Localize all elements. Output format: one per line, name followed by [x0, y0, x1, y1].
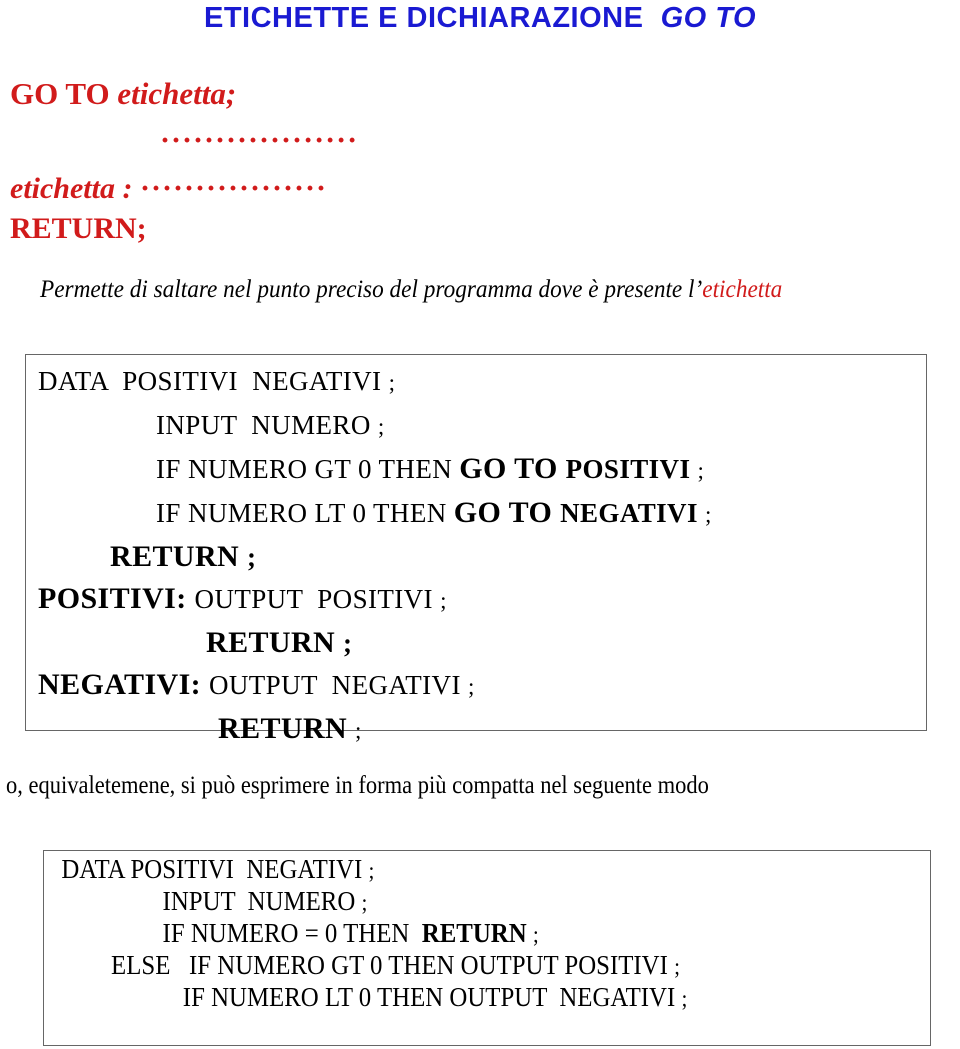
code-line: RETURN ; [38, 622, 926, 664]
code-token: POSITIVI: [38, 582, 195, 615]
code-token: IF NUMERO LT 0 THEN OUTPUT NEGATIVI [182, 982, 682, 1012]
code-token: ; [468, 674, 475, 699]
description-black: Permette di saltare nel punto preciso de… [40, 276, 703, 303]
code-token: INPUT NUMERO [156, 410, 378, 440]
code-line: POSITIVI: OUTPUT POSITIVI ; [38, 578, 926, 622]
code-line: IF NUMERO = 0 THEN RETURN ; [54, 918, 860, 950]
code-token: IF NUMERO LT 0 THEN [156, 498, 454, 528]
code-line: NEGATIVI: OUTPUT NEGATIVI ; [38, 664, 926, 708]
code-token: ; [532, 922, 539, 947]
code-line: IF NUMERO GT 0 THEN GO TO POSITIVI ; [38, 448, 926, 492]
code-example-box-compact: DATA POSITIVI NEGATIVI ; INPUT NUMERO ; IF… [43, 850, 931, 1046]
code-line: DATA POSITIVI NEGATIVI ; [54, 854, 860, 886]
code-token: ; [246, 542, 257, 572]
code-token: IF NUMERO = 0 THEN [162, 918, 422, 948]
code-token: ; [368, 858, 375, 883]
syntax-goto-line: GO TO etichetta; [10, 78, 630, 126]
code-token: DATA POSITIVI NEGATIVI [38, 366, 389, 396]
page-title-main: ETICHETTE E DICHIARAZIONE [203, 2, 644, 34]
code-token: POSITIVI [565, 454, 698, 484]
goto-keyword: GO TO [10, 76, 118, 111]
code-token: ; [705, 502, 712, 527]
description-text: Permette di saltare nel punto preciso de… [40, 276, 896, 304]
code-token: NEGATIVI [560, 498, 706, 528]
code-line: INPUT NUMERO ; [38, 404, 926, 448]
code-token: GO TO [459, 452, 566, 485]
code-example-box-expanded: DATA POSITIVI NEGATIVI ; INPUT NUMERO ; IF… [25, 354, 927, 745]
syntax-return-line: RETURN; [10, 212, 147, 245]
code-token: ; [361, 890, 368, 915]
code-token: INPUT NUMERO [162, 886, 362, 916]
code-line: DATA POSITIVI NEGATIVI ; [38, 360, 926, 404]
code-token: ; [697, 458, 705, 483]
code-token: GO TO [453, 496, 561, 529]
code-token: IF NUMERO GT 0 THEN [156, 454, 460, 484]
label-definition: etichetta : [10, 172, 140, 205]
code-token: ; [674, 954, 680, 979]
code-token: DATA POSITIVI NEGATIVI [61, 854, 369, 884]
code-line: RETURN ; [38, 708, 926, 752]
code-token: RETURN [110, 540, 247, 573]
code-token: RETURN [421, 918, 533, 948]
code-token: ; [681, 986, 688, 1011]
code-token: RETURN [206, 626, 343, 659]
goto-label: etichetta; [117, 76, 237, 111]
code-token: OUTPUT POSITIVI [194, 584, 441, 614]
code-token: RETURN [218, 712, 355, 745]
code-line: ELSE IF NUMERO GT 0 THEN OUTPUT POSITIVI… [54, 950, 860, 982]
code-token: NEGATIVI: [38, 668, 209, 701]
code-token: ; [342, 628, 353, 658]
code-token: ; [388, 370, 396, 395]
code-line: RETURN ; [38, 536, 926, 578]
code-line: IF NUMERO LT 0 THEN OUTPUT NEGATIVI ; [54, 982, 860, 1014]
code-token: ; [354, 718, 362, 743]
code-lines-container-1: DATA POSITIVI NEGATIVI ; INPUT NUMERO ; IF… [26, 355, 926, 752]
code-token: OUTPUT NEGATIVI [208, 670, 468, 700]
code-lines-container-2: DATA POSITIVI NEGATIVI ; INPUT NUMERO ; IF… [44, 851, 930, 1014]
code-token: ELSE IF NUMERO GT 0 THEN OUTPUT POSITIVI [111, 950, 675, 980]
goto-syntax-block: GO TO etichetta; ·················· etic… [10, 78, 630, 258]
description-highlight: etichetta [702, 276, 783, 303]
code-token: ; [440, 588, 447, 613]
code-line: IF NUMERO LT 0 THEN GO TO NEGATIVI ; [38, 492, 926, 536]
label-definition-dots: ················· [139, 172, 328, 205]
code-token: ; [377, 414, 385, 439]
code-line: INPUT NUMERO ; [54, 886, 860, 918]
page-title-italic: GO TO [660, 2, 756, 34]
equivalent-form-note: o, equivaletemene, si può esprimere in f… [6, 772, 709, 799]
syntax-dots-line: ·················· [160, 124, 359, 157]
syntax-label-definition-line: etichetta : ················· [10, 174, 630, 214]
page-title: ETICHETTE E DICHIARAZIONE GO TO [0, 2, 960, 35]
